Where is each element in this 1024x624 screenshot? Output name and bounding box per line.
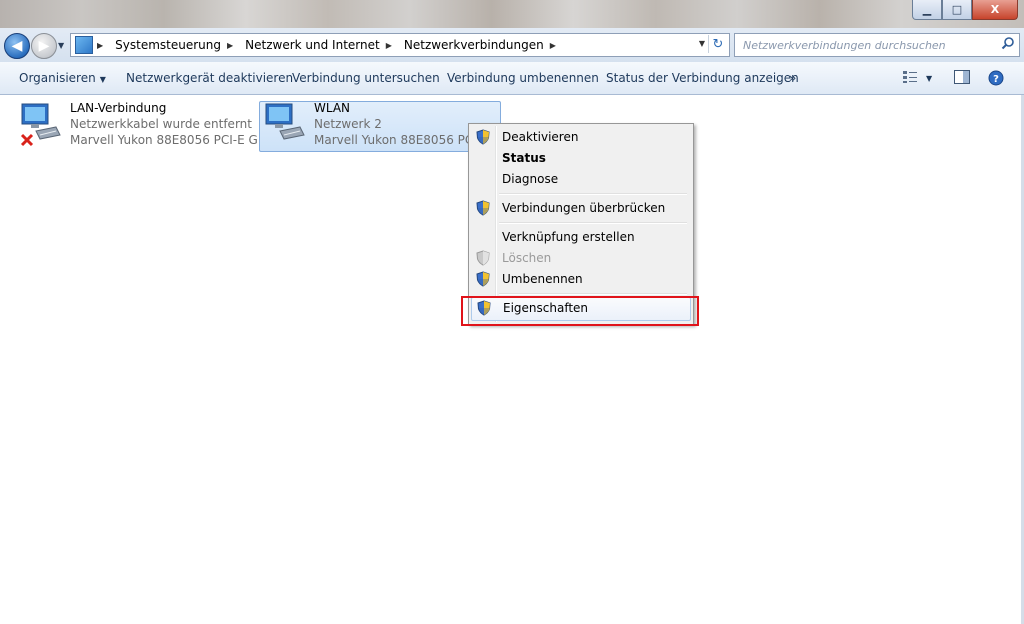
menu-separator (499, 193, 687, 195)
menu-separator (499, 222, 687, 224)
command-bar: Organisieren ▼ Netzwerkgerät deaktivieren… (0, 62, 1024, 95)
search-icon[interactable] (1001, 36, 1015, 54)
search-placeholder: Netzwerkverbindungen durchsuchen (743, 38, 946, 52)
connection-name: WLAN (314, 101, 351, 115)
breadcrumb-systemsteuerung[interactable]: Systemsteuerung (115, 38, 221, 52)
maximize-button[interactable]: □ (942, 0, 972, 20)
menu-item-deaktivieren[interactable]: Deaktivieren (471, 127, 689, 147)
uac-shield-icon (475, 271, 491, 287)
menu-label: Verbindungen überbrücken (502, 201, 666, 215)
menu-separator (499, 293, 687, 295)
change-view-icon[interactable] (902, 70, 918, 84)
preview-pane-icon[interactable] (954, 70, 970, 84)
menu-item-status[interactable]: Status (471, 148, 689, 168)
lan-connection-text: LAN-Verbindung Netzwerkkabel wurde entfe… (70, 101, 280, 148)
disconnected-x-icon (20, 133, 34, 150)
control-panel-icon (75, 36, 93, 54)
connection-device: Marvell Yukon 88E8056 PCI-E Gig... (70, 133, 281, 147)
address-dropdown-icon[interactable]: ▼ (699, 39, 705, 48)
highlight-annotation-box (461, 296, 699, 326)
menu-item-verknuepfung-erstellen[interactable]: Verknüpfung erstellen (471, 227, 689, 247)
window-controls: ▁ □ X (912, 0, 1018, 20)
menu-label: Diagnose (502, 172, 559, 186)
menu-item-diagnose[interactable]: Diagnose (471, 169, 689, 189)
uac-shield-icon (475, 200, 491, 216)
menu-item-loeschen: Löschen (471, 248, 689, 268)
uac-shield-icon (475, 250, 491, 266)
breadcrumb-sep-0: ▶ (97, 40, 104, 50)
view-options-dropdown-icon[interactable]: ▼ (926, 74, 932, 83)
menu-label: Status (502, 151, 546, 165)
menu-label: Löschen (502, 251, 552, 265)
lan-connection-item[interactable]: LAN-Verbindung Netzwerkkabel wurde entfe… (18, 101, 280, 151)
more-commands-button[interactable]: » (789, 71, 796, 85)
view-status-button[interactable]: Status der Verbindung anzeigen (606, 71, 799, 85)
help-icon[interactable]: ? (988, 70, 1004, 86)
recent-pages-dropdown[interactable]: ▼ (58, 41, 66, 50)
context-menu: Deaktivieren Status Diagnose Verbindunge… (468, 123, 694, 325)
menu-item-verbindungen-ueberbruecken[interactable]: Verbindungen überbrücken (471, 198, 689, 218)
network-adapter-icon (262, 101, 306, 147)
menu-item-umbenennen[interactable]: Umbenennen (471, 269, 689, 289)
connection-name: LAN-Verbindung (70, 101, 167, 115)
back-button[interactable]: ◀ (4, 33, 30, 59)
svg-text:?: ? (993, 74, 999, 85)
disable-device-button[interactable]: Netzwerkgerät deaktivieren (126, 71, 293, 85)
breadcrumb-sep-3[interactable]: ▶ (550, 41, 562, 50)
menu-label: Verknüpfung erstellen (502, 230, 635, 244)
breadcrumb-netzwerk-internet[interactable]: Netzwerk und Internet (245, 38, 380, 52)
address-bar[interactable]: ▶ Systemsteuerung ▶ Netzwerk und Interne… (70, 33, 730, 57)
menu-label: Deaktivieren (502, 130, 579, 144)
explorer-window: ▁ □ X ◀ ▶ ▼ ▶ Systemsteuerung ▶ Netzwerk… (0, 0, 1024, 624)
rename-connection-button[interactable]: Verbindung umbenennen (447, 71, 599, 85)
connection-status: Netzwerkkabel wurde entfernt (70, 117, 252, 131)
minimize-button[interactable]: ▁ (912, 0, 942, 20)
search-input[interactable]: Netzwerkverbindungen durchsuchen (734, 33, 1020, 57)
refresh-icon[interactable]: ↻ (708, 35, 727, 53)
organize-menu[interactable]: Organisieren ▼ (19, 71, 106, 85)
close-button[interactable]: X (972, 0, 1018, 20)
breadcrumb-sep-2[interactable]: ▶ (386, 41, 398, 50)
title-bar: ▁ □ X (0, 0, 1024, 28)
diagnose-connection-button[interactable]: Verbindung untersuchen (292, 71, 440, 85)
navigation-bar: ◀ ▶ ▼ ▶ Systemsteuerung ▶ Netzwerk und I… (0, 28, 1024, 62)
menu-label: Umbenennen (502, 272, 583, 286)
breadcrumb-sep-1[interactable]: ▶ (227, 41, 239, 50)
breadcrumb-netzwerkverbindungen[interactable]: Netzwerkverbindungen (404, 38, 544, 52)
uac-shield-icon (475, 129, 491, 145)
forward-button[interactable]: ▶ (31, 33, 57, 59)
wlan-connection-content[interactable]: WLAN Netzwerk 2 Marvell Yukon 88E8056 PC… (262, 101, 502, 151)
